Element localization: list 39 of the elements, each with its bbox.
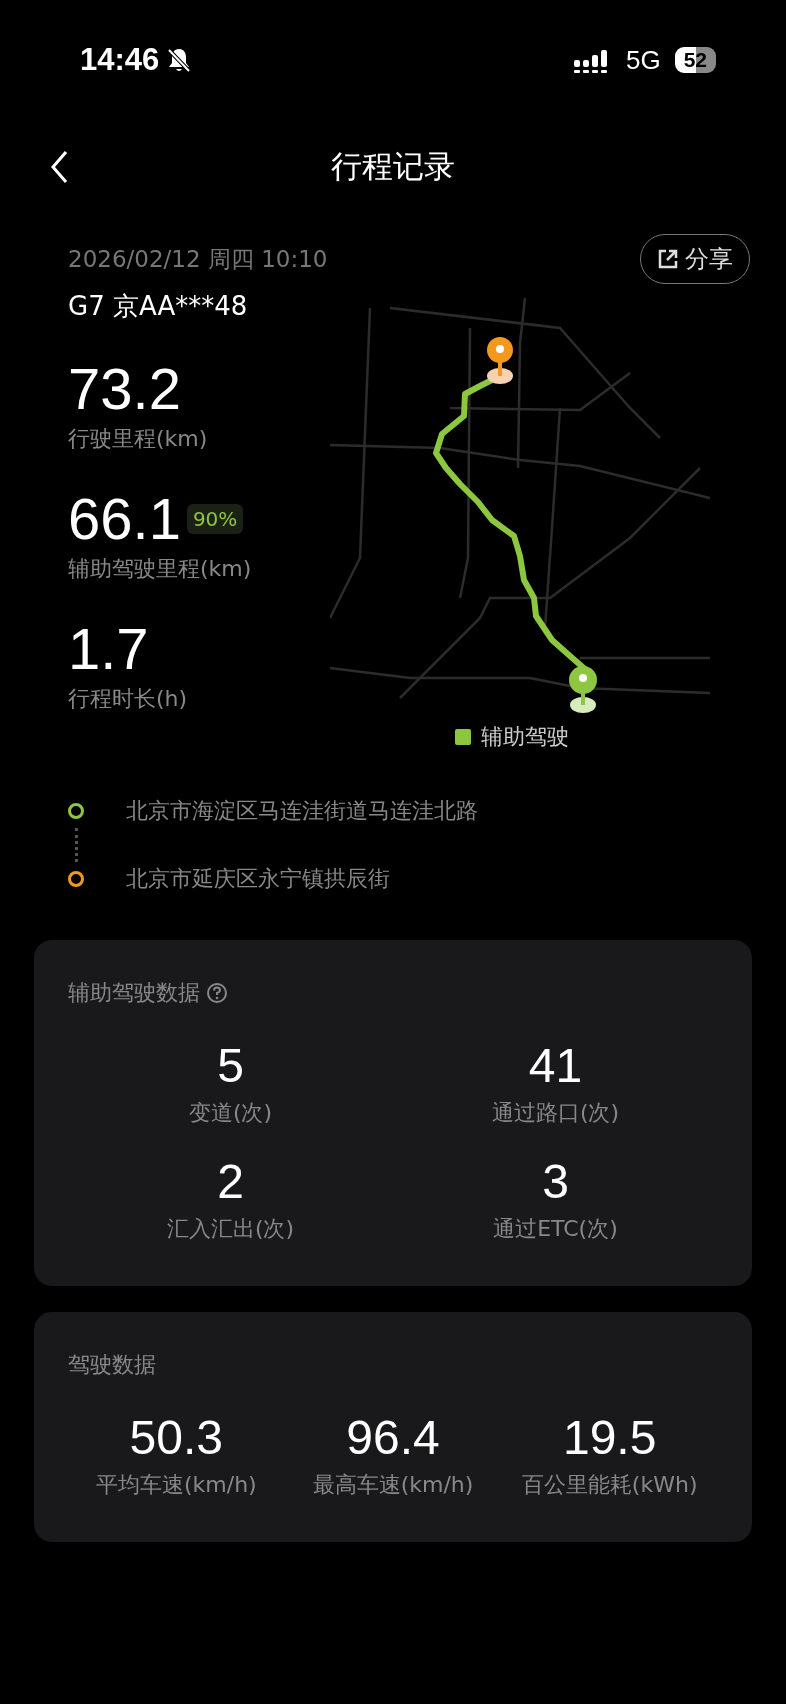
share-button[interactable]: 分享: [640, 234, 750, 284]
status-time: 14:46: [80, 42, 160, 78]
metric-value: 2: [217, 1154, 244, 1210]
metric-label: 百公里能耗(kWh): [521, 1471, 698, 1499]
metric-value: 19.5: [562, 1410, 657, 1466]
metric-value: 96.4: [346, 1410, 440, 1466]
stat-label: 辅助驾驶里程(km): [68, 555, 253, 583]
metric-value: 5: [217, 1038, 244, 1094]
back-button[interactable]: [50, 150, 68, 184]
stat-label: 行驶里程(km): [68, 425, 209, 453]
stat-value: 1.7: [68, 615, 149, 683]
vehicle-plate: G7 京AA***48: [68, 290, 249, 323]
metric-label: 汇入汇出(次): [166, 1215, 295, 1243]
page-title: 行程记录: [331, 147, 455, 186]
metric-value: 3: [542, 1154, 569, 1210]
metric-value: 41: [528, 1038, 583, 1094]
metric-value: 50.3: [129, 1410, 224, 1466]
network-label: 5G: [625, 44, 661, 76]
card-title: 驾驶数据: [68, 1351, 156, 1379]
muted-bell-icon: [167, 47, 192, 73]
percent-badge: 90%: [186, 504, 244, 534]
legend-label: 辅助驾驶: [481, 723, 569, 751]
battery-level: 52: [674, 47, 716, 73]
metric-label: 最高车速(km/h): [312, 1471, 474, 1499]
help-icon[interactable]: [206, 982, 228, 1004]
legend-swatch: [455, 729, 471, 745]
trip-date: 2026/02/12 周四 10:10: [68, 245, 329, 274]
route-address: 北京市海淀区马连洼街道马连洼北路: [126, 797, 478, 825]
route-address: 北京市延庆区永宁镇拱辰街: [126, 865, 390, 893]
dotted-connector: [75, 828, 78, 862]
stat-value: 66.1: [68, 485, 181, 553]
metric-label: 变道(次): [188, 1099, 273, 1127]
share-icon: [657, 248, 679, 270]
stat-value: 73.2: [68, 355, 181, 423]
metric-label: 通过路口(次): [491, 1099, 620, 1127]
metric-label: 平均车速(km/h): [95, 1471, 257, 1499]
card-title: 辅助驾驶数据: [68, 979, 200, 1007]
stat-label: 行程时长(h): [68, 685, 189, 713]
metric-label: 通过ETC(次): [493, 1215, 618, 1243]
